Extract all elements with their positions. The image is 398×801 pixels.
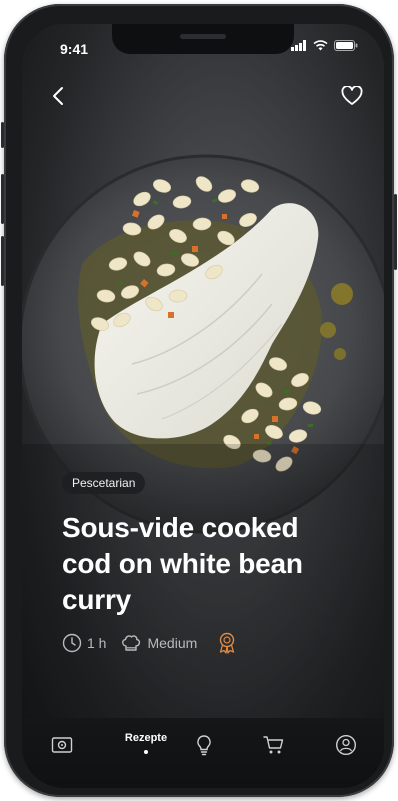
phone-frame: 9:41 Pescetarian Sous-vide cooked cod on… bbox=[1, 4, 397, 797]
recipe-meta: 1 h Medium bbox=[62, 632, 237, 654]
signal-icon bbox=[291, 38, 307, 56]
power-button bbox=[394, 194, 397, 270]
mute-switch bbox=[1, 122, 4, 148]
speaker-grille bbox=[180, 34, 226, 39]
chef-hat-icon bbox=[122, 635, 141, 651]
back-arrow-icon bbox=[53, 87, 63, 105]
tab-profile[interactable] bbox=[326, 730, 366, 760]
cart-icon bbox=[263, 736, 284, 754]
status-time: 9:41 bbox=[60, 41, 89, 57]
heart-icon bbox=[341, 86, 363, 105]
battery-icon bbox=[334, 38, 358, 56]
tab-camera[interactable] bbox=[42, 730, 82, 760]
screen: 9:41 Pescetarian Sous-vide cooked cod on… bbox=[22, 24, 384, 788]
clock-icon bbox=[62, 633, 82, 653]
dish-photo bbox=[22, 154, 384, 788]
difficulty-label: Medium bbox=[147, 635, 198, 651]
award-icon bbox=[220, 632, 235, 654]
status-icons bbox=[291, 40, 358, 56]
tab-rezepte-label: Rezepte bbox=[124, 732, 168, 744]
recipe-title: Sous-vide cooked cod on white bean curry bbox=[62, 512, 303, 615]
diet-tag[interactable]: Pescetarian bbox=[62, 472, 146, 494]
notch bbox=[112, 24, 294, 54]
lightbulb-icon bbox=[197, 735, 211, 756]
duration: 1 h bbox=[62, 633, 106, 653]
tab-bar: Rezepte bbox=[22, 718, 384, 788]
favorite-button[interactable] bbox=[338, 82, 366, 110]
volume-down-button bbox=[1, 236, 4, 286]
camera-icon bbox=[51, 737, 73, 753]
wifi-icon bbox=[313, 38, 328, 56]
profile-icon bbox=[335, 734, 357, 756]
active-tab-indicator bbox=[144, 750, 148, 754]
difficulty: Medium bbox=[120, 633, 197, 653]
tab-ideas[interactable] bbox=[184, 730, 224, 760]
volume-up-button bbox=[1, 174, 4, 224]
back-button[interactable] bbox=[44, 82, 72, 110]
award bbox=[217, 632, 237, 654]
duration-label: 1 h bbox=[87, 635, 107, 651]
tab-cart[interactable] bbox=[254, 730, 294, 760]
